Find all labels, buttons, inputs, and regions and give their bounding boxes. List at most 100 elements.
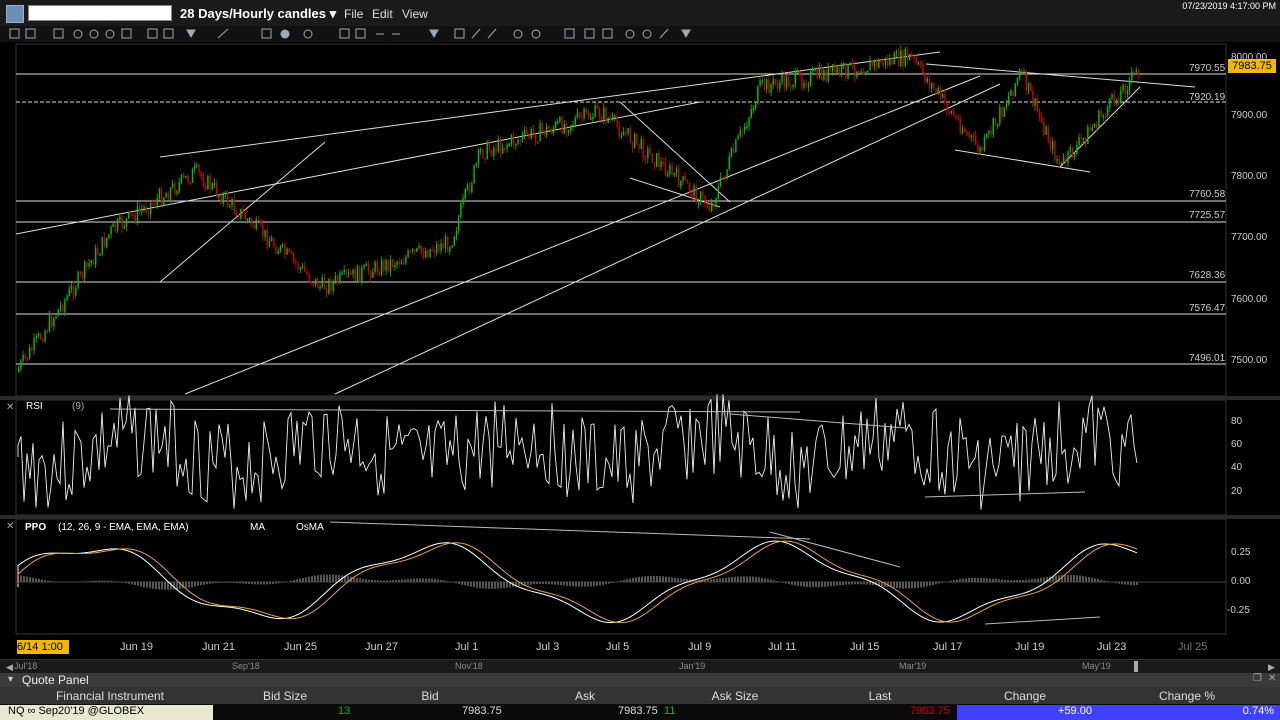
more-icon: [429, 29, 439, 39]
candle: [928, 78, 931, 89]
menu-edit[interactable]: Edit: [372, 7, 393, 21]
col-ask-size[interactable]: Ask Size: [690, 689, 780, 703]
period-dropdown[interactable]: 28 Days/Hourly candles ▾: [180, 6, 336, 22]
chart-canvas[interactable]: [0, 42, 1280, 642]
candle: [1115, 98, 1118, 104]
candle: [152, 202, 154, 205]
candle: [959, 119, 961, 134]
candle: [429, 248, 431, 258]
candle: [301, 265, 304, 268]
rsi-trendline: [729, 413, 906, 429]
col-change[interactable]: Change: [985, 689, 1065, 703]
candle: [970, 135, 972, 138]
candle: [616, 115, 618, 126]
col-bid-size[interactable]: Bid Size: [240, 689, 330, 703]
candle: [812, 69, 814, 72]
candle: [728, 156, 730, 170]
candle: [1122, 84, 1124, 91]
close-icon[interactable]: ✕: [1268, 673, 1276, 684]
candle: [561, 117, 563, 134]
symbol-input[interactable]: [28, 5, 172, 21]
candle: [937, 88, 939, 94]
candle: [1089, 126, 1091, 131]
candle: [220, 194, 222, 204]
time-tick: Jul 3: [536, 641, 560, 653]
trend-line: [15, 101, 701, 235]
candle: [299, 267, 301, 270]
candle: [1071, 146, 1074, 158]
restore-icon[interactable]: ❐: [1253, 673, 1262, 684]
candle: [640, 138, 642, 149]
candle: [1054, 141, 1056, 160]
candle: [1100, 110, 1102, 117]
candle: [935, 88, 937, 94]
candle: [669, 165, 671, 175]
candle: [783, 74, 785, 88]
candle: [119, 216, 121, 221]
quote-panel-header[interactable]: ▾ Quote Panel ❐ ✕: [0, 673, 1280, 687]
rsi-close-icon[interactable]: ✕: [6, 402, 14, 413]
candle: [557, 121, 559, 124]
col-ask[interactable]: Ask: [555, 689, 615, 703]
overview-tick: Mar'19: [899, 661, 927, 671]
candle: [154, 203, 156, 206]
candle: [319, 286, 321, 289]
options-dropdown-icon: [681, 29, 691, 39]
menu-view[interactable]: View: [402, 7, 428, 21]
candle: [1076, 144, 1078, 155]
scroll-thumb[interactable]: [1134, 661, 1138, 672]
app-icon[interactable]: [6, 5, 24, 23]
col-instrument[interactable]: Financial Instrument: [40, 689, 180, 703]
candle: [840, 63, 843, 74]
candle: [158, 189, 161, 199]
candle: [752, 107, 755, 110]
candle: [680, 180, 682, 187]
candle: [904, 49, 906, 67]
candle: [1120, 90, 1122, 104]
candle: [821, 66, 823, 80]
candle: [180, 174, 183, 183]
ppo-label[interactable]: PPO: [25, 522, 46, 533]
candle: [418, 245, 420, 248]
candle: [176, 191, 178, 195]
candle: [249, 218, 251, 221]
candle: [735, 139, 737, 153]
candle: [106, 237, 108, 248]
ppo-trendline: [984, 616, 1101, 625]
candle: [207, 175, 209, 190]
candle: [330, 279, 332, 291]
candle: [733, 148, 735, 153]
trend-line: [159, 51, 941, 158]
candle: [273, 238, 275, 247]
candle: [266, 229, 268, 247]
hline-label: 7496.01: [1189, 353, 1226, 364]
rsi-label[interactable]: RSI: [26, 401, 43, 412]
candle: [1010, 90, 1012, 96]
candle: [460, 204, 462, 218]
candle: [1085, 138, 1087, 144]
instrument-cell[interactable]: NQ ∞ Sep20'19 @GLOBEX: [0, 705, 213, 720]
ppo-tick: 0.25: [1231, 547, 1251, 558]
time-tick: Jun 21: [202, 641, 236, 653]
candle: [365, 263, 367, 266]
candle: [1016, 78, 1019, 84]
candle: [442, 243, 444, 249]
candle: [1111, 94, 1113, 99]
candle: [664, 161, 667, 176]
collapse-icon[interactable]: ▾: [8, 674, 13, 685]
col-last[interactable]: Last: [850, 689, 910, 703]
candle: [238, 216, 240, 219]
scroll-right-icon[interactable]: ▶: [1268, 662, 1275, 673]
menu-file[interactable]: File: [344, 7, 363, 21]
candle: [488, 142, 491, 151]
col-change-pct[interactable]: Change %: [1145, 689, 1229, 703]
candle: [530, 129, 532, 139]
col-bid[interactable]: Bid: [400, 689, 460, 703]
scroll-left-icon[interactable]: ◀: [6, 662, 13, 673]
candle: [792, 84, 794, 87]
candle: [477, 149, 480, 164]
candle: [156, 198, 158, 206]
candle: [845, 62, 847, 79]
candle: [715, 198, 717, 207]
ppo-close-icon[interactable]: ✕: [6, 521, 14, 532]
